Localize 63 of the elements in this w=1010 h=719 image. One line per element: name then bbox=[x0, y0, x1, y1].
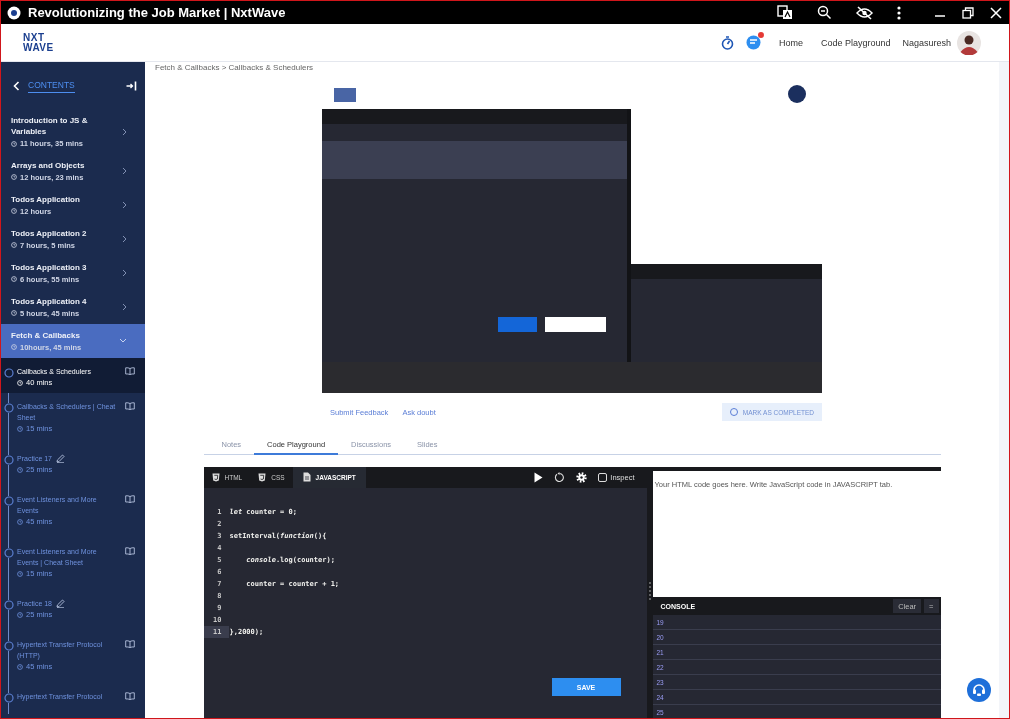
headset-icon bbox=[972, 683, 986, 697]
book-icon bbox=[125, 402, 135, 410]
clock-icon bbox=[17, 663, 23, 670]
clock-icon bbox=[11, 174, 17, 180]
user-name[interactable]: Nagasuresh bbox=[902, 37, 951, 48]
clock-icon bbox=[17, 466, 23, 473]
clock-icon bbox=[11, 344, 17, 350]
eye-slash-icon[interactable] bbox=[856, 5, 873, 20]
progress-ring-icon bbox=[4, 641, 14, 651]
logo-text: NXT bbox=[23, 32, 46, 43]
clock-icon bbox=[17, 611, 23, 618]
clock-icon bbox=[11, 140, 17, 147]
book-icon bbox=[125, 495, 135, 503]
css3-icon bbox=[258, 472, 267, 483]
stopwatch-icon[interactable] bbox=[720, 35, 734, 50]
progress-ring-icon bbox=[4, 548, 14, 558]
contents-heading[interactable]: CONTENTS bbox=[28, 79, 75, 93]
pencil-icon bbox=[56, 454, 66, 463]
progress-ring-icon bbox=[4, 693, 14, 703]
collapse-sidebar-icon[interactable] bbox=[126, 81, 137, 91]
translate-icon[interactable] bbox=[777, 5, 793, 20]
resize-handle-icon[interactable] bbox=[648, 582, 651, 600]
logo-text: WAVE bbox=[23, 42, 54, 53]
module-title: Todos Application 3 bbox=[11, 261, 88, 273]
book-icon bbox=[125, 547, 135, 555]
html5-icon bbox=[211, 472, 220, 483]
module-title: Todos Application 2 bbox=[11, 227, 88, 239]
module-title: Fetch & Callbacks bbox=[11, 329, 81, 341]
app-logo-icon bbox=[7, 5, 21, 20]
clock-icon bbox=[17, 570, 23, 577]
module-title: Arrays and Objects bbox=[11, 159, 86, 171]
module-title: Introduction to JS & Variables bbox=[11, 115, 89, 137]
nav-link[interactable]: Code Playground bbox=[820, 37, 891, 48]
clock-icon bbox=[17, 518, 23, 525]
progress-ring-icon bbox=[4, 403, 14, 413]
clock-icon bbox=[11, 242, 17, 248]
book-icon bbox=[125, 692, 135, 700]
avatar[interactable] bbox=[957, 30, 981, 55]
progress-ring-icon bbox=[4, 496, 14, 506]
zoom-out-icon[interactable] bbox=[817, 5, 832, 20]
reset-icon[interactable] bbox=[554, 472, 566, 483]
chat-icon[interactable] bbox=[745, 35, 761, 50]
breadcrumb: Fetch & Callbacks > Callbacks & Schedulers bbox=[155, 62, 314, 74]
menu-icon[interactable] bbox=[897, 5, 901, 20]
play-icon[interactable] bbox=[534, 472, 544, 483]
clock-icon bbox=[11, 310, 17, 316]
file-icon bbox=[302, 472, 311, 483]
module-title: Todos Application 4 bbox=[11, 295, 88, 307]
clock-icon bbox=[17, 425, 23, 432]
window-title: Revolutionizing the Job Market | NxtWave bbox=[28, 5, 286, 20]
clock-icon bbox=[17, 379, 23, 386]
book-icon bbox=[125, 640, 135, 648]
clock-icon bbox=[11, 208, 17, 214]
pencil-icon bbox=[56, 599, 66, 608]
nav-link[interactable]: Home bbox=[778, 37, 803, 48]
module-title: Todos Application bbox=[11, 193, 81, 205]
clock-icon bbox=[11, 276, 17, 282]
progress-ring-icon bbox=[4, 455, 14, 465]
back-icon[interactable] bbox=[13, 81, 20, 91]
book-icon bbox=[125, 367, 135, 375]
progress-ring-icon bbox=[4, 600, 14, 610]
progress-ring-icon bbox=[4, 368, 14, 378]
settings-icon[interactable] bbox=[576, 472, 588, 483]
